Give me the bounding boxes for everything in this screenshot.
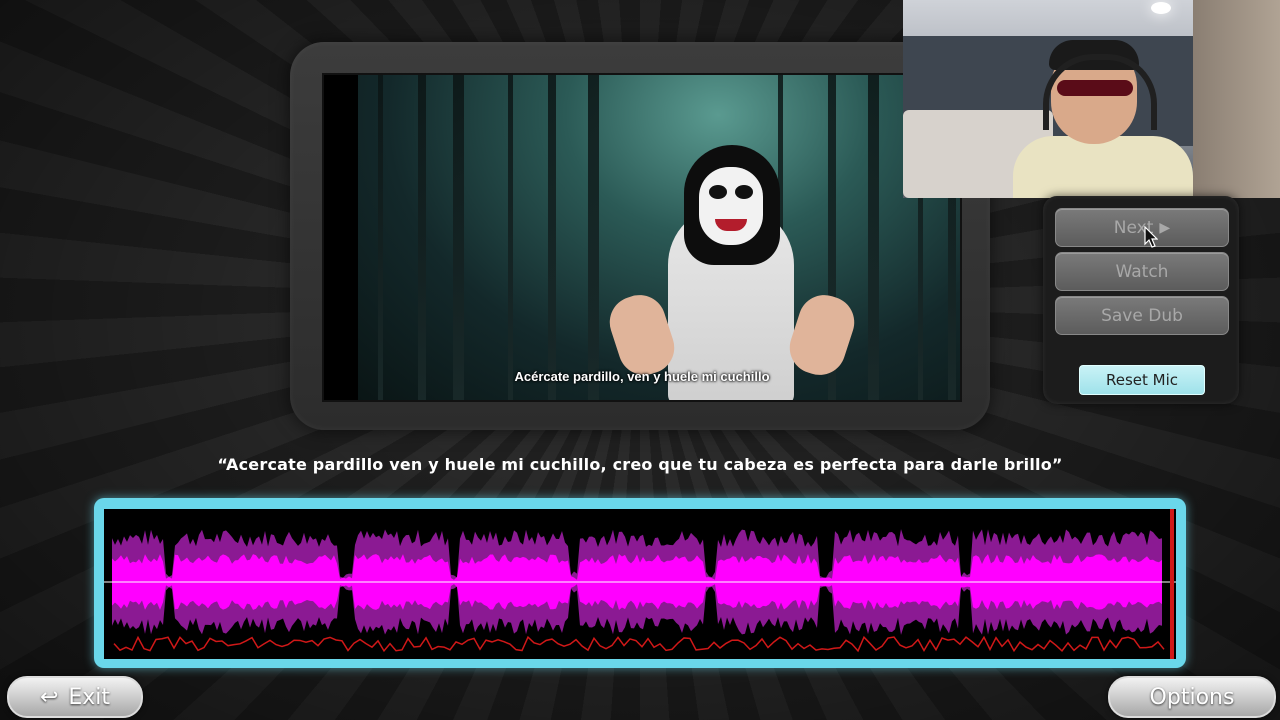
video-player: Acércate pardillo, ven y huele mi cuchil… xyxy=(322,73,962,402)
options-label: Options xyxy=(1149,684,1235,710)
play-triangle-icon: ▶ xyxy=(1159,219,1171,236)
watch-label: Watch xyxy=(1115,261,1169,282)
exit-button[interactable]: ↩ Exit xyxy=(7,676,143,718)
webcam-overlay xyxy=(903,0,1280,198)
tree-trunk xyxy=(418,75,426,400)
streamer xyxy=(1013,40,1193,198)
return-arrow-icon: ↩ xyxy=(39,684,59,710)
reset-mic-button[interactable]: Reset Mic xyxy=(1079,365,1205,395)
waveform-svg xyxy=(104,509,1176,659)
mouse-cursor-icon xyxy=(1144,226,1158,248)
sunglasses xyxy=(1057,80,1133,96)
tree-trunk xyxy=(508,75,513,400)
letterbox-bar xyxy=(324,75,358,400)
playhead-marker xyxy=(1170,509,1174,659)
tree-trunk xyxy=(588,75,599,400)
left-eye xyxy=(709,185,727,199)
right-hand xyxy=(783,288,861,382)
video-subtitle: Acércate pardillo, ven y huele mi cuchil… xyxy=(514,369,770,384)
save-dub-label: Save Dub xyxy=(1101,305,1183,326)
ceiling-lamp xyxy=(1151,2,1171,14)
tree-trunk xyxy=(453,75,464,400)
waveform-display[interactable] xyxy=(104,509,1176,659)
options-button[interactable]: Options xyxy=(1108,676,1276,718)
dub-line-text: “Acercate pardillo ven y huele mi cuchil… xyxy=(217,455,1063,474)
watch-button[interactable]: Watch xyxy=(1055,252,1229,291)
save-dub-button[interactable]: Save Dub xyxy=(1055,296,1229,335)
tree-trunk xyxy=(548,75,556,400)
tree-trunk xyxy=(378,75,383,400)
face-paint xyxy=(699,167,763,245)
webcam-cabinet xyxy=(1193,0,1280,198)
mouth xyxy=(715,219,747,231)
mic-input-trace xyxy=(113,635,1165,653)
exit-label: Exit xyxy=(68,684,111,710)
reset-mic-label: Reset Mic xyxy=(1105,371,1179,389)
tree-trunk xyxy=(868,75,879,400)
next-button[interactable]: Next ▶ xyxy=(1055,208,1229,247)
video-character xyxy=(603,145,861,400)
right-eye xyxy=(735,185,753,199)
streamer-shirt xyxy=(1013,136,1193,198)
